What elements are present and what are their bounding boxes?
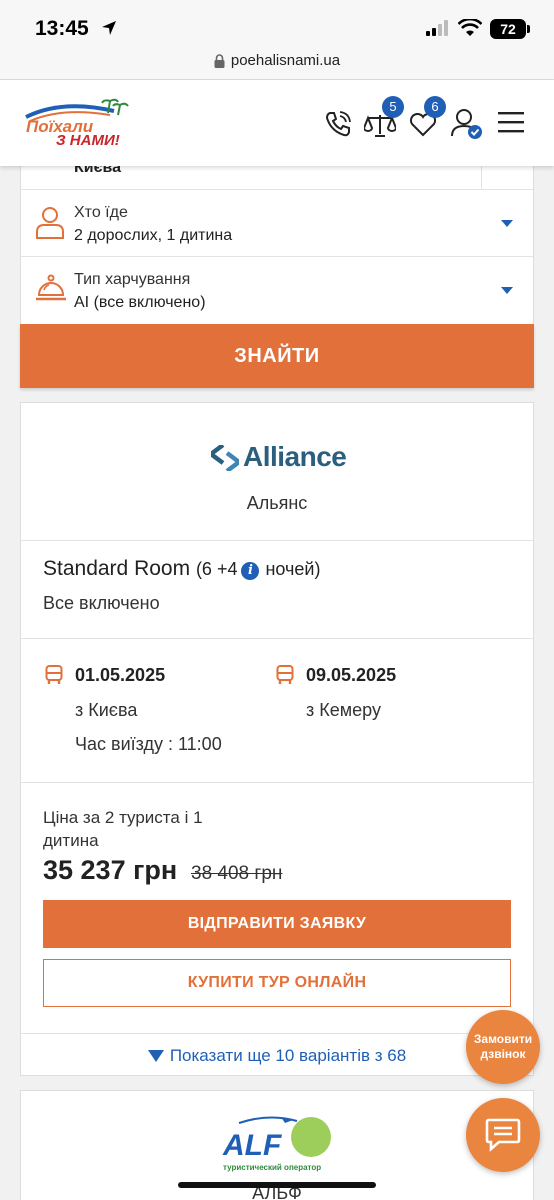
- location-arrow-icon: [102, 21, 116, 35]
- browser-url-bar[interactable]: poehalisnami.ua: [0, 46, 554, 80]
- lock-icon: [214, 53, 225, 68]
- alliance-logo-text: Alliance: [243, 441, 347, 472]
- buy-online-button[interactable]: КУПИТИ ТУР ОНЛАЙН: [43, 959, 511, 1007]
- chat-bubble-icon: [485, 1118, 521, 1152]
- alf-logo-text: ALF: [223, 1129, 282, 1162]
- phone-icon[interactable]: [324, 110, 352, 138]
- battery-tip: [527, 25, 530, 33]
- room-type: Standard Room (6 +4 i ночей): [43, 557, 320, 581]
- alf-logo: ALF туристический оператор: [219, 1111, 339, 1178]
- callback-label-line2: дзвінок: [480, 1047, 526, 1061]
- battery-indicator: 72: [490, 19, 526, 39]
- wifi-icon: [458, 19, 482, 36]
- hamburger-menu-icon[interactable]: [498, 111, 524, 133]
- favorites-count-badge: 6: [424, 96, 446, 118]
- find-button[interactable]: ЗНАЙТИ: [20, 324, 534, 388]
- triangle-down-icon: [147, 1050, 164, 1062]
- chat-button[interactable]: [466, 1098, 540, 1172]
- travelers-field[interactable]: Хто їде 2 дорослих, 1 дитина: [21, 190, 533, 257]
- nights-suffix: ночей): [265, 559, 321, 579]
- chevron-down-icon: [501, 220, 513, 227]
- cellular-signal-icon: [426, 20, 448, 36]
- site-header: Поїхали з нами! 5 6: [0, 80, 554, 166]
- user-account-icon[interactable]: [450, 108, 484, 140]
- return-city: з Кемеру: [306, 700, 381, 720]
- room-section: [21, 541, 533, 639]
- old-price: 38 408 грн: [191, 863, 283, 884]
- meal-type-label: Тип харчування: [74, 271, 191, 288]
- info-icon[interactable]: i: [241, 562, 260, 580]
- url-text: poehalisnami.ua: [230, 52, 341, 69]
- return-date: 09.05.2025: [306, 665, 397, 685]
- logo-text-line2: з нами!: [56, 132, 120, 149]
- clock: 13:45: [35, 17, 89, 40]
- bus-icon: [276, 665, 294, 684]
- room-name: Standard Room: [43, 557, 191, 580]
- show-more-label: Показати ще 10 варіантів з 68: [169, 1046, 407, 1065]
- send-request-button[interactable]: ВІДПРАВИТИ ЗАЯВКУ: [43, 900, 511, 948]
- alliance-logo-mark: [211, 445, 239, 471]
- site-logo[interactable]: Поїхали з нами!: [22, 97, 134, 151]
- operator-name: Альянс: [246, 493, 308, 513]
- food-cloche-icon: [36, 274, 66, 301]
- person-icon: [36, 207, 64, 239]
- callback-label-line1: Замовити: [473, 1032, 533, 1046]
- travelers-label: Хто їде: [74, 204, 128, 221]
- bus-icon: [45, 665, 63, 684]
- departure-date: 01.05.2025: [75, 665, 166, 685]
- home-indicator: [178, 1182, 376, 1188]
- operator-section: Alliance Альянс: [21, 403, 533, 541]
- departure-city: з Києва: [75, 700, 138, 720]
- meal-type-value: AI (все включено): [74, 294, 206, 311]
- alf-logo-subtext: туристический оператор: [223, 1163, 322, 1172]
- tour-search-form: Києва Хто їде 2 дорослих, 1 дитина Тип х…: [20, 150, 534, 325]
- compare-count-badge: 5: [382, 96, 404, 118]
- nights-prefix: (6 +4: [195, 559, 238, 579]
- show-more-variants-link[interactable]: Показати ще 10 варіантів з 68: [21, 1033, 533, 1077]
- chevron-down-icon: [501, 287, 513, 294]
- tour-price: 35 237 грн: [43, 855, 178, 885]
- tour-card: Alliance Альянс Standard Room (6 +4 i ноче…: [20, 402, 534, 1076]
- meal-plan: Все включено: [43, 593, 160, 613]
- status-bar: 13:45 72: [0, 0, 554, 46]
- travelers-value: 2 дорослих, 1 дитина: [74, 227, 233, 244]
- order-callback-button[interactable]: Замовити дзвінок: [466, 1010, 540, 1084]
- meal-type-field[interactable]: Тип харчування AI (все включено): [21, 257, 533, 324]
- departure-time: Час виїзду : 11:00: [75, 734, 222, 754]
- price-label: Ціна за 2 туриста і 1 дитина: [43, 808, 203, 850]
